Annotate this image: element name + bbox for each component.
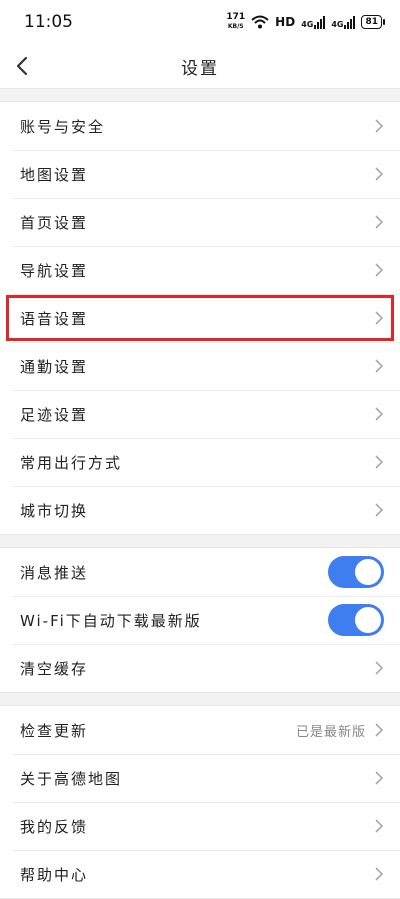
chevron-right-icon <box>375 771 384 785</box>
row-label: 导航设置 <box>20 261 89 280</box>
chevron-right-icon <box>375 867 384 881</box>
chevron-right-icon <box>375 263 384 277</box>
row-wifi-auto-download: Wi-Fi下自动下载最新版 <box>0 596 400 644</box>
row-label: 清空缓存 <box>20 659 89 678</box>
row-city-switch[interactable]: 城市切换 <box>0 486 400 534</box>
chevron-right-icon <box>375 503 384 517</box>
row-commute-settings[interactable]: 通勤设置 <box>0 342 400 390</box>
settings-group-2: 消息推送 Wi-Fi下自动下载最新版 清空缓存 <box>0 547 400 693</box>
title-bar: 设置 <box>0 44 400 89</box>
row-push-notifications: 消息推送 <box>0 548 400 596</box>
row-label: 我的反馈 <box>20 817 89 836</box>
status-bar: 11:05 171 KB/S HD 4G 4G 81 <box>0 0 400 44</box>
chevron-right-icon <box>375 723 384 737</box>
status-icons: 171 KB/S HD 4G 4G 81 <box>226 13 385 31</box>
settings-group-1: 账号与安全 地图设置 首页设置 导航设置 语音设置 通勤设置 足迹设置 常用出行… <box>0 101 400 535</box>
row-voice-settings[interactable]: 语音设置 <box>0 294 400 342</box>
chevron-right-icon <box>375 215 384 229</box>
chevron-right-icon <box>375 407 384 421</box>
battery-icon: 81 <box>361 15 385 29</box>
status-time: 11:05 <box>24 12 73 32</box>
row-home-settings[interactable]: 首页设置 <box>0 198 400 246</box>
back-icon[interactable] <box>12 54 34 78</box>
row-about[interactable]: 关于高德地图 <box>0 754 400 802</box>
wifi-auto-download-toggle[interactable] <box>328 604 384 636</box>
row-label: 首页设置 <box>20 213 89 232</box>
row-label: 城市切换 <box>20 501 89 520</box>
network-speed: 171 KB/S <box>226 13 245 31</box>
chevron-right-icon <box>375 455 384 469</box>
toggle-knob <box>355 559 381 585</box>
update-status: 已是最新版 <box>295 724 366 740</box>
row-label: 地图设置 <box>20 165 89 184</box>
chevron-right-icon <box>375 661 384 675</box>
row-feedback[interactable]: 我的反馈 <box>0 802 400 850</box>
page-title: 设置 <box>181 58 219 79</box>
network-speed-unit: KB/S <box>227 23 244 30</box>
row-label: 检查更新 <box>20 721 89 740</box>
settings-group-3: 检查更新 已是最新版 关于高德地图 我的反馈 帮助中心 <box>0 705 400 899</box>
row-help[interactable]: 帮助中心 <box>0 850 400 898</box>
chevron-right-icon <box>375 119 384 133</box>
push-notifications-toggle[interactable] <box>328 556 384 588</box>
row-check-update[interactable]: 检查更新 已是最新版 <box>0 706 400 754</box>
signal-icon: 4G <box>301 15 326 29</box>
row-account-security[interactable]: 账号与安全 <box>0 102 400 150</box>
row-right: 已是最新版 <box>296 721 384 740</box>
toggle-knob <box>355 607 381 633</box>
row-label: 关于高德地图 <box>20 769 123 788</box>
row-footprint-settings[interactable]: 足迹设置 <box>0 390 400 438</box>
row-label: 通勤设置 <box>20 357 89 376</box>
hd-indicator: HD <box>275 15 296 29</box>
row-label: 足迹设置 <box>20 405 89 424</box>
row-navigation-settings[interactable]: 导航设置 <box>0 246 400 294</box>
row-clear-cache[interactable]: 清空缓存 <box>0 644 400 692</box>
row-travel-mode[interactable]: 常用出行方式 <box>0 438 400 486</box>
row-map-settings[interactable]: 地图设置 <box>0 150 400 198</box>
row-label: 常用出行方式 <box>20 453 123 472</box>
row-label: 账号与安全 <box>20 117 106 136</box>
row-label: Wi-Fi下自动下载最新版 <box>20 611 202 630</box>
chevron-right-icon <box>375 819 384 833</box>
chevron-right-icon <box>375 359 384 373</box>
network-speed-value: 171 <box>226 12 246 22</box>
chevron-right-icon <box>375 311 384 325</box>
row-label: 语音设置 <box>20 309 89 328</box>
signal-icon-2: 4G <box>331 15 356 29</box>
chevron-right-icon <box>375 167 384 181</box>
wifi-icon <box>251 15 269 29</box>
row-label: 消息推送 <box>20 563 89 582</box>
